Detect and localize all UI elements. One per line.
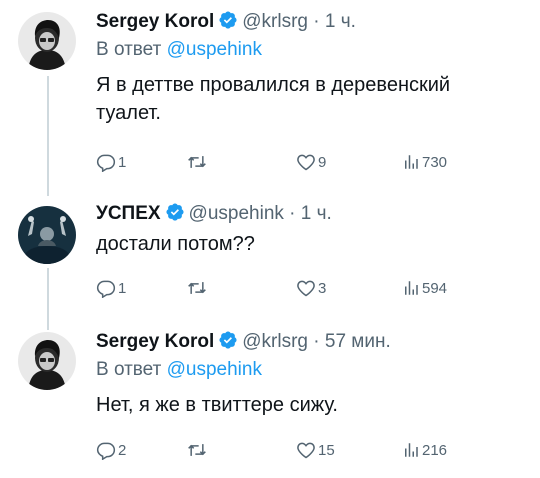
tweet-actions: 1 3 594 [96,276,528,300]
reply-icon [96,154,116,172]
verified-badge-icon [165,202,185,231]
retweet-button[interactable] [186,150,208,174]
author-handle[interactable]: @krlsrg [242,11,308,32]
like-count: 9 [318,153,327,171]
timestamp[interactable]: 1 ч. [301,203,332,224]
reply-prefix: В ответ [96,39,162,60]
tweet-text: достали потом?? [96,233,255,255]
tweet-actions: 1 9 730 [96,150,528,174]
author-handle[interactable]: @uspehink [189,203,284,224]
verified-badge-icon [218,330,238,359]
retweet-icon [188,156,206,168]
views-count: 594 [422,279,448,297]
tweet-text: Нет, я же в твиттере сижу. [96,394,338,416]
reply-count: 1 [118,279,127,297]
separator: · [313,11,320,32]
retweet-button[interactable] [186,438,208,462]
timestamp[interactable]: 57 мин. [325,331,391,352]
reply-mention-link[interactable]: @uspehink [167,359,262,380]
tweet-text: Я в деттве провалился в деревенский туал… [96,74,451,124]
reply-prefix: В ответ [96,359,162,380]
like-count: 15 [318,441,335,459]
avatar[interactable] [18,12,76,70]
tweet-actions: 2 15 216 [96,438,528,462]
heart-icon [297,154,315,171]
separator: · [289,203,296,224]
retweet-button[interactable] [186,276,208,300]
reply-button[interactable]: 1 [96,150,126,174]
views-chart-icon [405,155,418,169]
tweet[interactable]: УСПЕХ @uspehink · 1 ч. достали потом?? 1 … [0,196,540,306]
reply-mention-link[interactable]: @uspehink [167,39,262,60]
reply-icon [96,442,116,460]
heart-icon [297,280,315,297]
like-count: 3 [318,279,327,297]
author-name[interactable]: Sergey Korol [96,11,214,32]
reply-context: В ответ @uspehink [96,36,528,63]
reply-context: В ответ @uspehink [96,356,528,383]
author-name[interactable]: Sergey Korol [96,331,214,352]
retweet-icon [188,282,206,294]
author-handle[interactable]: @krlsrg [242,331,308,352]
views-count: 730 [422,153,448,171]
views-count: 216 [422,441,448,459]
views-button[interactable]: 730 [402,150,447,174]
reply-icon [96,280,116,298]
avatar[interactable] [18,206,76,264]
like-button[interactable]: 15 [296,438,335,462]
retweet-icon [188,444,206,456]
views-button[interactable]: 594 [402,276,447,300]
reply-button[interactable]: 1 [96,276,126,300]
timestamp[interactable]: 1 ч. [325,11,356,32]
views-chart-icon [405,281,418,295]
tweet[interactable]: Sergey Korol @krlsrg · 1 ч. В ответ @uspe… [0,0,540,190]
tweet[interactable]: Sergey Korol @krlsrg · 57 мин. В ответ @u… [0,320,540,478]
reply-count: 2 [118,441,127,459]
views-button[interactable]: 216 [402,438,447,462]
tweet-header: Sergey Korol @krlsrg · 1 ч. [96,8,528,36]
views-chart-icon [405,443,418,457]
tweet-header: Sergey Korol @krlsrg · 57 мин. [96,328,528,356]
heart-icon [297,442,315,459]
author-name[interactable]: УСПЕХ [96,203,161,224]
like-button[interactable]: 9 [296,150,326,174]
tweet-header: УСПЕХ @uspehink · 1 ч. [96,200,528,228]
reply-count: 1 [118,153,127,171]
like-button[interactable]: 3 [296,276,326,300]
separator: · [313,331,320,352]
reply-button[interactable]: 2 [96,438,126,462]
avatar[interactable] [18,332,76,390]
verified-badge-icon [218,10,238,39]
